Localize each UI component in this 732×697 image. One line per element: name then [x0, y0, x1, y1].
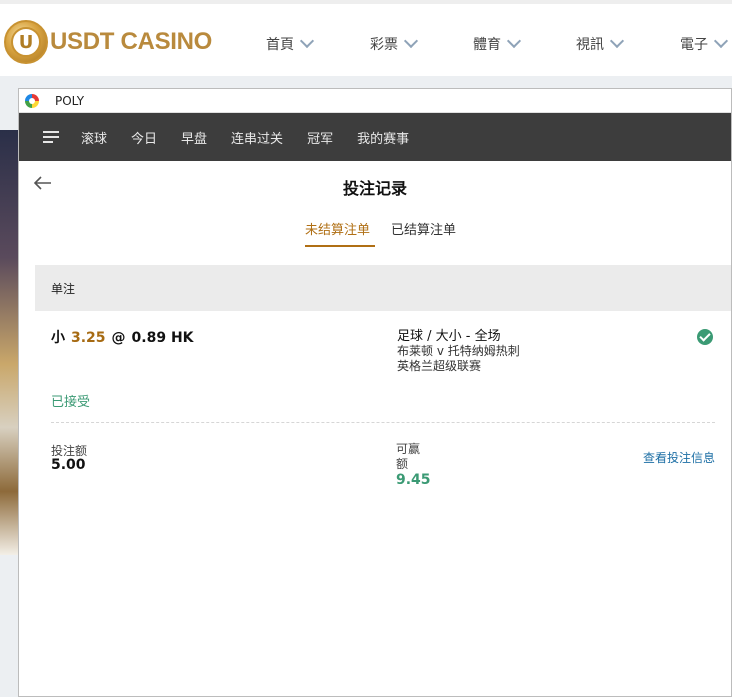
section-header-single: 单注 — [35, 265, 731, 311]
chevron-down-icon — [609, 33, 625, 49]
dashed-divider — [51, 422, 715, 423]
nav-item-label: 體育 — [473, 37, 501, 53]
stake-value: 5.00 — [51, 457, 86, 473]
window-title: POLY — [55, 93, 85, 108]
sport-tab-outright[interactable]: 冠军 — [307, 128, 333, 147]
bet-status: 已接受 — [51, 395, 91, 410]
bet-record-tabs: 未结算注单 已结算注单 — [19, 219, 731, 249]
bet-handicap: 3.25 — [71, 330, 106, 346]
bet-odds: 0.89 HK — [131, 330, 194, 346]
sport-tab-early[interactable]: 早盘 — [181, 128, 207, 147]
bet-market: 足球 / 大小 - 全场 — [397, 329, 501, 344]
nav-item-label: 電子 — [680, 37, 708, 53]
bet-selection-line: 小 3.25 @ 0.89 HK — [51, 327, 194, 347]
chevron-down-icon — [299, 33, 315, 49]
bet-event-info: 足球 / 大小 - 全场 布莱顿 v 托特纳姆热刺 英格兰超级联赛 — [397, 329, 520, 374]
tab-settled[interactable]: 已结算注单 — [391, 219, 456, 238]
logo-coin-icon: U — [4, 20, 48, 64]
menu-icon[interactable] — [43, 131, 59, 143]
sport-tab-inplay[interactable]: 滚球 — [81, 128, 107, 147]
site-logo[interactable]: U USDT CASINO — [4, 18, 212, 66]
sport-tab-parlay[interactable]: 连串过关 — [231, 128, 283, 147]
logo-text: USDT CASINO — [50, 28, 213, 55]
nav-item-label: 首頁 — [266, 37, 294, 53]
nav-item-slots[interactable]: 電子 — [680, 33, 729, 54]
nav-item-label: 彩票 — [370, 37, 398, 53]
bet-league: 英格兰超级联赛 — [397, 359, 482, 373]
potential-win-label: 可赢额 — [396, 442, 421, 471]
tab-unsettled[interactable]: 未结算注单 — [305, 219, 370, 238]
background-banner-image — [0, 130, 18, 555]
page-title: 投注记录 — [342, 179, 407, 198]
nav-item-live[interactable]: 視訊 — [576, 33, 625, 54]
bet-selection: 小 — [51, 330, 65, 346]
nav-item-label: 視訊 — [576, 37, 604, 53]
active-tab-indicator — [305, 245, 375, 247]
chevron-down-icon — [403, 33, 419, 49]
site-header: U USDT CASINO 首頁 彩票 體育 視訊 電子 — [0, 0, 732, 76]
sports-nav-bar: 滚球 今日 早盘 连串过关 冠军 我的赛事 — [19, 113, 731, 161]
chevron-down-icon — [713, 33, 729, 49]
nav-item-home[interactable]: 首頁 — [266, 33, 315, 54]
logo-coin-letter: U — [11, 27, 41, 57]
sport-tab-today[interactable]: 今日 — [131, 128, 157, 147]
window-titlebar[interactable]: POLY — [19, 89, 731, 113]
section-title: 单注 — [51, 281, 76, 296]
potential-win-value: 9.45 — [396, 472, 431, 488]
bet-match: 布莱顿 v 托特纳姆热刺 — [397, 344, 520, 358]
chevron-down-icon — [506, 33, 522, 49]
popup-window: POLY 滚球 今日 早盘 连串过关 冠军 我的赛事 投注记录 未结算注单 已结… — [18, 88, 732, 697]
nav-item-sports[interactable]: 體育 — [473, 33, 522, 54]
nav-item-lottery[interactable]: 彩票 — [370, 33, 419, 54]
browser-app-icon — [25, 93, 39, 108]
accepted-check-icon — [697, 329, 713, 345]
view-bet-info-link[interactable]: 查看投注信息 — [643, 449, 715, 466]
bet-at-symbol: @ — [111, 330, 126, 346]
sport-tab-my-events[interactable]: 我的赛事 — [357, 128, 409, 147]
